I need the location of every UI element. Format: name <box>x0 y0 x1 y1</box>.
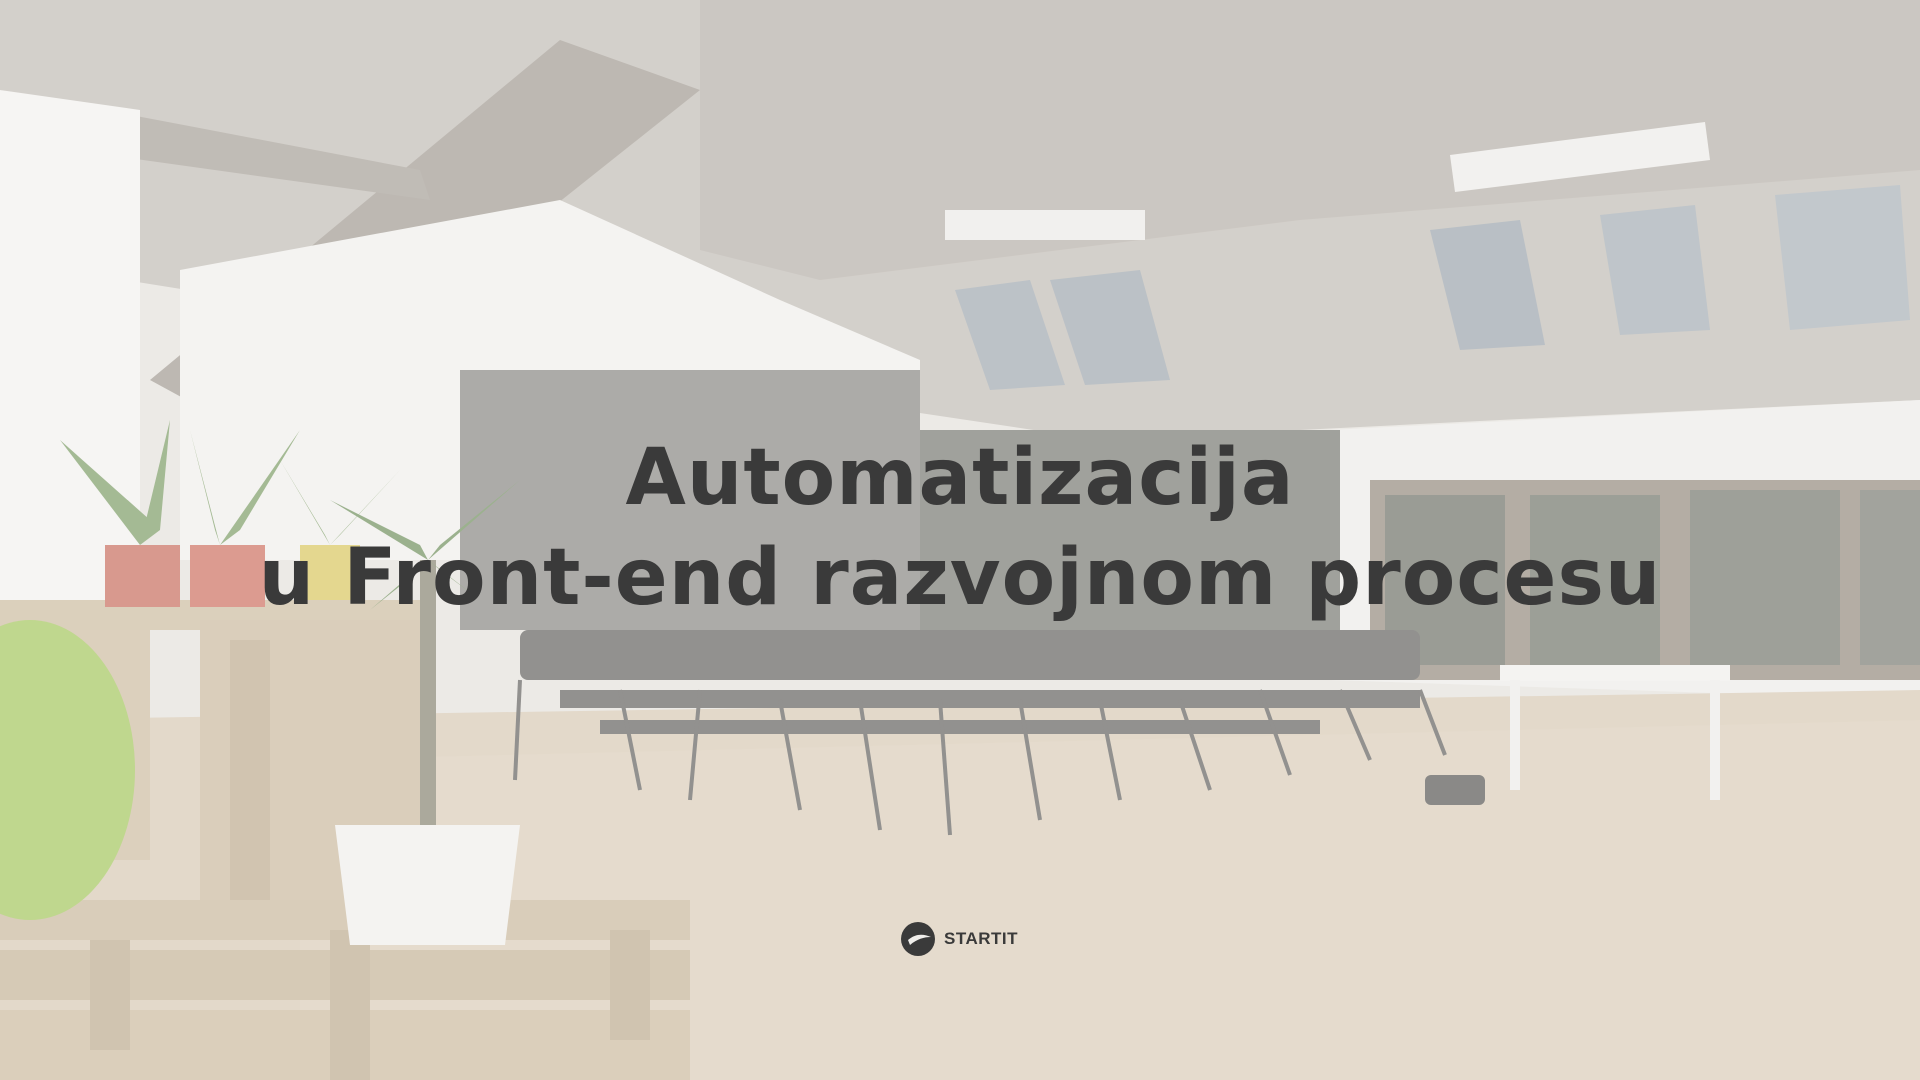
startit-logo-icon <box>901 922 935 956</box>
logo-text: STARTIT <box>944 929 1019 948</box>
startit-logo: STARTIT <box>900 921 1018 957</box>
title-line-2: u Front-end razvojnom procesu <box>258 533 1662 623</box>
slide-title: Automatizacija u Front-end razvojnom pro… <box>0 428 1920 628</box>
slide: Automatizacija u Front-end razvojnom pro… <box>0 0 1920 1080</box>
title-line-1: Automatizacija <box>625 433 1295 523</box>
